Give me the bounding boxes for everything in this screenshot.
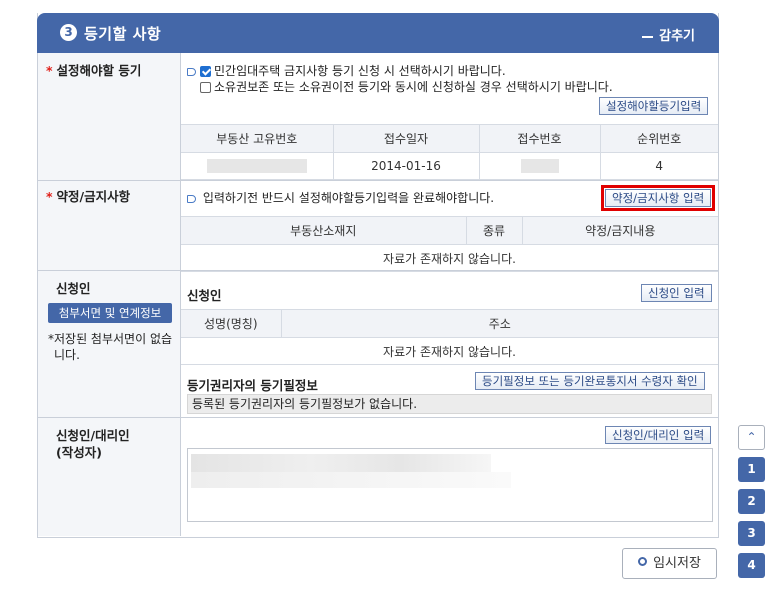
option2-label: 소유권보존 또는 소유권이전 등기와 동시에 신청하실 경우 선택하시기 바랍니… [214, 80, 613, 94]
registration-label-cell: * 설정해야할 등기 [38, 53, 181, 180]
agent-section: 신청인/대리인 (작성자) 신청인/대리인 입력 [38, 418, 718, 536]
covenant-section: * 약정/금지사항 입력하기전 반드시 설정해야할등기입력을 완료해야합니다. 약… [38, 181, 718, 272]
collapse-button[interactable]: 감추기 [642, 25, 695, 44]
col-address: 주소 [280, 309, 718, 338]
cert-title: 등기권리자의 등기필정보 [187, 378, 318, 393]
covenant-label-cell: * 약정/금지사항 [38, 181, 181, 270]
agent-input-button[interactable]: 신청인/대리인 입력 [605, 426, 712, 444]
registration-section: * 설정해야할 등기 민간임대주택 금지사항 등기 신청 시 선택하시기 바랍니다… [38, 53, 718, 181]
required-mark: * [46, 189, 53, 204]
collapse-label: 감추기 [659, 29, 695, 44]
agent-label-sub: (작성자) [56, 445, 102, 460]
nav-step-1[interactable]: 1 [738, 457, 765, 482]
applicant-table: 성명(명칭) 주소 자료가 존재하지 않습니다. [181, 309, 718, 365]
applicant-content: 신청인 신청인 입력 성명(명칭) 주소 자료가 존재하지 않습니다. 등기권리… [181, 271, 718, 417]
agent-info-redacted [187, 448, 713, 522]
temp-save-button[interactable]: 임시저장 [622, 548, 717, 579]
section-header: 3 등기할 사항 감추기 [37, 13, 719, 53]
agent-label-cell: 신청인/대리인 (작성자) [38, 418, 181, 536]
registration-items-panel: 3 등기할 사항 감추기 * 설정해야할 등기 민간임대주택 금지사항 등기 신청… [37, 13, 719, 538]
circle-icon [638, 557, 648, 566]
nav-step-4[interactable]: 4 [738, 553, 765, 578]
registration-input-button[interactable]: 설정해야할등기입력 [599, 97, 709, 115]
col-name: 성명(명칭) [181, 309, 282, 338]
col-receipt-date: 접수일자 [332, 124, 480, 153]
applicant-section: 신청인 첨부서면 및 연계정보 저장된 첨부서면이 없습니다. 신청인 신청인 … [38, 271, 718, 418]
pencil-icon [187, 194, 196, 203]
col-property-id: 부동산 고유번호 [181, 124, 334, 153]
receipt-number-redacted [478, 152, 601, 180]
registration-table: 부동산 고유번호 접수일자 접수번호 순위번호 2014-01-16 4 [181, 124, 718, 180]
nav-step-3[interactable]: 3 [738, 521, 765, 546]
attachment-note: 저장된 첨부서면이 없습니다. [48, 331, 174, 363]
agent-content: 신청인/대리인 입력 [181, 418, 718, 536]
col-receipt-number: 접수번호 [478, 124, 601, 153]
col-location: 부동산소재지 [181, 216, 467, 245]
receipt-date: 2014-01-16 [332, 152, 480, 180]
option1-checkbox[interactable] [200, 66, 211, 77]
covenant-input-button[interactable]: 약정/금지사항 입력 [600, 185, 716, 211]
covenant-label: 약정/금지사항 [56, 189, 131, 204]
empty-message: 자료가 존재하지 않습니다. [181, 244, 718, 272]
col-content: 약정/금지내용 [521, 216, 718, 245]
covenant-content: 입력하기전 반드시 설정해야할등기입력을 완료해야합니다. 약정/금지사항 입력… [181, 181, 718, 272]
property-id-redacted [181, 152, 334, 180]
option1-label: 민간임대주택 금지사항 등기 신청 시 선택하시기 바랍니다. [214, 64, 506, 78]
attachment-button[interactable]: 첨부서면 및 연계정보 [48, 303, 172, 323]
rank-number: 4 [599, 152, 718, 180]
table-row: 자료가 존재하지 않습니다. [181, 244, 718, 272]
registration-label: 설정해야할 등기 [56, 63, 142, 78]
minus-icon [642, 35, 654, 38]
nav-step-2[interactable]: 2 [738, 489, 765, 514]
agent-label: 신청인/대리인 [56, 428, 130, 443]
covenant-table: 부동산소재지 종류 약정/금지내용 자료가 존재하지 않습니다. [181, 216, 718, 272]
applicant-subtitle: 신청인 [187, 288, 222, 303]
empty-message: 자료가 존재하지 않습니다. [181, 337, 718, 365]
table-row: 자료가 존재하지 않습니다. [181, 337, 718, 365]
applicant-label-cell: 신청인 첨부서면 및 연계정보 저장된 첨부서면이 없습니다. [38, 271, 181, 417]
section-title: 등기할 사항 [84, 25, 162, 43]
scroll-top-button[interactable]: ⌃ [738, 425, 765, 450]
col-type: 종류 [465, 216, 523, 245]
temp-save-label: 임시저장 [653, 556, 701, 571]
applicant-label: 신청인 [56, 281, 91, 296]
table-row: 2014-01-16 4 [181, 152, 718, 180]
registration-content: 민간임대주택 금지사항 등기 신청 시 선택하시기 바랍니다. 소유권보존 또는… [181, 53, 718, 180]
applicant-input-button[interactable]: 신청인 입력 [641, 284, 712, 302]
option2-checkbox[interactable] [200, 82, 211, 93]
double-chevron-up-icon: ⌃ [746, 430, 757, 444]
covenant-notice: 입력하기전 반드시 설정해야할등기입력을 완료해야합니다. [202, 191, 495, 205]
section-number: 3 [60, 24, 77, 41]
required-mark: * [46, 63, 53, 78]
pencil-icon [187, 67, 196, 76]
cert-confirm-button[interactable]: 등기필정보 또는 등기완료통지서 수령자 확인 [475, 372, 705, 390]
cert-info: 등록된 등기권리자의 등기필정보가 없습니다. [187, 394, 712, 414]
col-rank: 순위번호 [599, 124, 718, 153]
